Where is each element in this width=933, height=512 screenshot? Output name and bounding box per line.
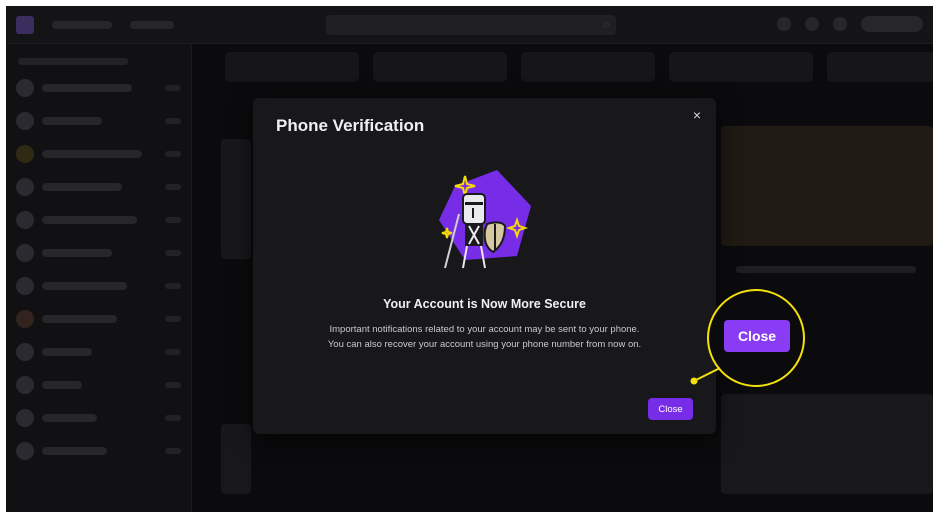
stream-thumbnail — [221, 424, 251, 494]
dialog-title: Phone Verification — [276, 116, 425, 135]
stream-thumbnail — [721, 126, 933, 246]
search-input: ⌕ — [326, 15, 616, 35]
top-nav-bar: ⌕ — [6, 6, 933, 44]
user-menu — [861, 16, 923, 32]
app-logo — [16, 15, 34, 34]
category-tile — [225, 52, 359, 82]
sidebar — [6, 44, 192, 512]
callout-close-button: Close — [724, 320, 790, 352]
dialog-body-line: You can also recover your account using … — [327, 339, 642, 350]
sidebar-channel — [6, 302, 191, 335]
stream-title-placeholder — [736, 266, 916, 273]
knight-shield-icon — [439, 170, 531, 269]
sidebar-channel — [6, 434, 191, 467]
sidebar-channel — [6, 170, 191, 203]
notification-icon — [777, 17, 791, 31]
sidebar-channel — [6, 236, 191, 269]
close-button[interactable]: Close — [648, 398, 693, 420]
sidebar-channel — [6, 137, 191, 170]
sidebar-channel — [6, 269, 191, 302]
inbox-icon — [805, 17, 819, 31]
stream-thumbnail — [221, 139, 251, 259]
search-icon: ⌕ — [603, 17, 610, 31]
sidebar-channel — [6, 104, 191, 137]
bits-icon — [833, 17, 847, 31]
sidebar-channel — [6, 71, 191, 104]
dialog-body-text: Important notifications related to your … — [273, 322, 696, 352]
sidebar-heading — [18, 58, 128, 65]
dialog-heading: Your Account is Now More Secure — [383, 297, 586, 311]
nav-link-placeholder — [130, 20, 174, 29]
sidebar-channel — [6, 335, 191, 368]
phone-verification-dialog: Phone Verification × Your Account is Now… — [253, 98, 716, 434]
app-screen: ⌕ Phone Verification × Your Account is N… — [6, 6, 933, 512]
top-right-controls — [777, 16, 923, 32]
category-tile — [521, 52, 655, 82]
dialog-body-line: Important notifications related to your … — [329, 324, 640, 335]
sidebar-channel — [6, 401, 191, 434]
sidebar-channel — [6, 203, 191, 236]
category-strip — [225, 52, 933, 82]
category-tile — [669, 52, 813, 82]
stream-thumbnail — [721, 394, 933, 494]
category-tile — [827, 52, 933, 82]
nav-link-placeholder — [52, 20, 112, 29]
close-icon[interactable]: × — [688, 106, 706, 124]
sidebar-channel — [6, 368, 191, 401]
category-tile — [373, 52, 507, 82]
